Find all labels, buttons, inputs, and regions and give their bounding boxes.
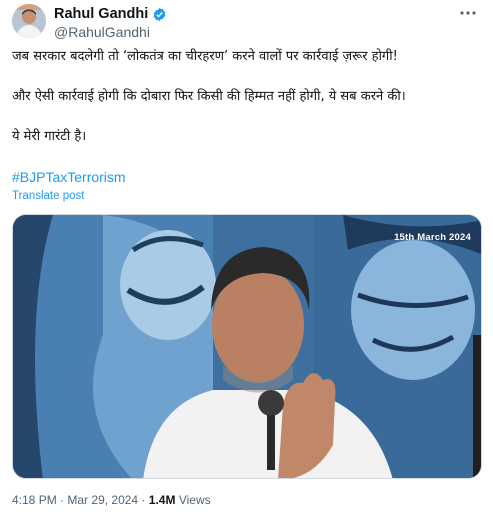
views-label: Views <box>178 493 211 507</box>
translate-post-link[interactable]: Translate post <box>12 190 84 202</box>
tweet-paragraph: ये मेरी गारंटी है। <box>12 129 87 144</box>
meta-separator: · <box>141 493 146 507</box>
hashtag-link[interactable]: #BJPTaxTerrorism <box>12 169 126 185</box>
views-count[interactable]: 1.4M <box>149 493 176 507</box>
more-options-icon[interactable] <box>457 6 479 20</box>
meta-separator: · <box>60 493 65 507</box>
verified-badge-icon <box>153 7 166 21</box>
handle[interactable]: @RahulGandhi <box>54 23 167 41</box>
post-date[interactable]: Mar 29, 2024 <box>67 493 138 507</box>
avatar[interactable] <box>12 4 46 38</box>
tweet-image[interactable]: 15th March 2024 <box>12 214 482 479</box>
tweet-paragraph: और ऐसी कार्रवाई होगी कि दोबारा फिर किसी … <box>12 89 406 104</box>
photo-illustration <box>13 215 481 478</box>
tweet-meta: 4:18 PM · Mar 29, 2024 · 1.4M Views <box>12 493 211 507</box>
display-name[interactable]: Rahul Gandhi <box>54 5 148 23</box>
image-date-overlay: 15th March 2024 <box>394 232 471 243</box>
post-time[interactable]: 4:18 PM <box>12 493 57 507</box>
tweet-header: Rahul Gandhi @RahulGandhi <box>12 4 481 40</box>
tweet-text: जब सरकार बदलेगी तो ‘लोकतंत्र का चीरहरण’ … <box>12 48 482 168</box>
tweet-paragraph: जब सरकार बदलेगी तो ‘लोकतंत्र का चीरहरण’ … <box>12 49 398 64</box>
